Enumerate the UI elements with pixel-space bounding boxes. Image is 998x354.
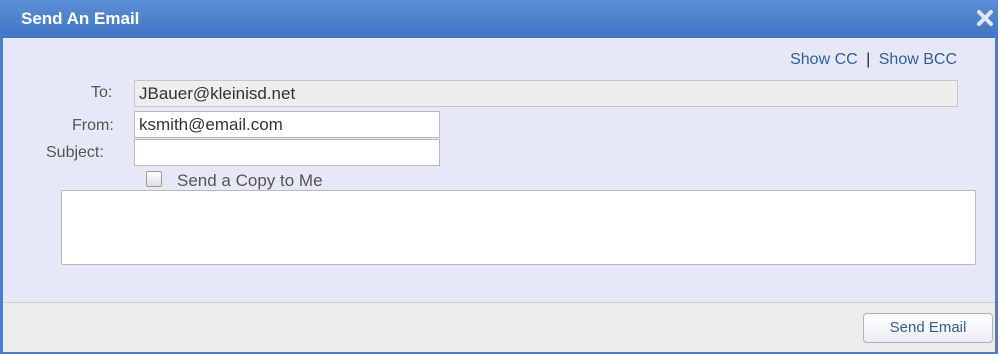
show-bcc-link[interactable]: Show BCC bbox=[879, 51, 957, 68]
send-email-dialog: Send An Email Show CC | Show BCC To: JBa… bbox=[0, 0, 998, 354]
link-separator: | bbox=[866, 51, 871, 68]
send-email-button[interactable]: Send Email bbox=[863, 313, 993, 343]
dialog-footer: Send Email bbox=[3, 302, 995, 352]
close-icon[interactable] bbox=[976, 9, 994, 27]
to-label: To: bbox=[91, 84, 113, 101]
subject-field[interactable] bbox=[134, 139, 440, 166]
dialog-titlebar[interactable]: Send An Email bbox=[0, 0, 998, 38]
to-field[interactable]: JBauer@kleinisd.net bbox=[134, 80, 958, 107]
show-cc-link[interactable]: Show CC bbox=[790, 51, 858, 68]
subject-label: Subject: bbox=[46, 144, 104, 161]
dialog-title: Send An Email bbox=[21, 9, 140, 28]
cc-links: Show CC | Show BCC bbox=[790, 51, 957, 69]
message-textarea[interactable] bbox=[61, 190, 976, 265]
from-field[interactable]: ksmith@email.com bbox=[134, 111, 440, 138]
send-copy-label[interactable]: Send a Copy to Me bbox=[177, 171, 323, 191]
send-copy-checkbox[interactable] bbox=[146, 171, 162, 187]
from-label: From: bbox=[72, 117, 114, 134]
